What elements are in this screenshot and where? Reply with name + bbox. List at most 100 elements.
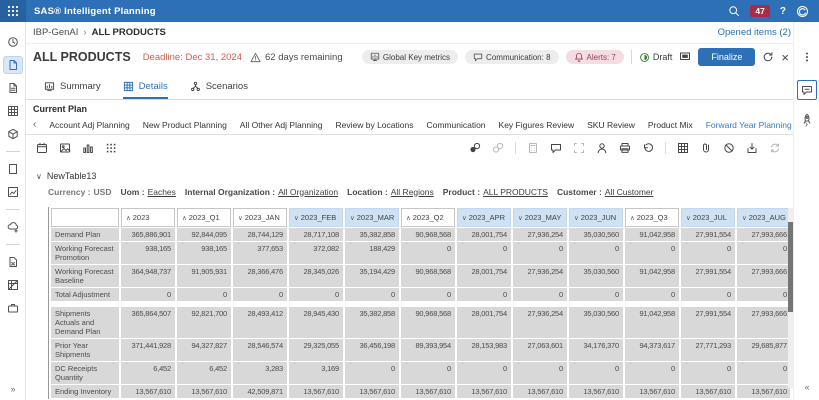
grid-cell[interactable]: 35,194,429 — [345, 265, 399, 287]
grid-cell[interactable]: 13,567,610 — [121, 385, 175, 398]
opened-items-link[interactable]: Opened items (2) — [718, 27, 791, 38]
grid-cell[interactable]: 0 — [457, 242, 511, 264]
grid-cell[interactable]: 36,456,198 — [345, 339, 399, 361]
grid-cell[interactable]: 91,042,958 — [625, 228, 679, 241]
grid-cell[interactable]: 13,567,610 — [737, 385, 790, 398]
sidebar-item-document-remove[interactable] — [4, 254, 22, 270]
subnav-item[interactable]: Forward Year Planning — [706, 120, 792, 130]
grid-cell[interactable]: 28,744,129 — [233, 228, 287, 241]
grid-cell[interactable]: 0 — [401, 288, 455, 301]
grid-cell[interactable]: 0 — [569, 288, 623, 301]
grid-cell[interactable]: 27,936,254 — [513, 265, 567, 287]
grid-cell[interactable]: 938,165 — [177, 242, 231, 264]
grid-cell[interactable]: 0 — [233, 288, 287, 301]
grid-cell[interactable]: 938,165 — [121, 242, 175, 264]
grid-cell[interactable]: 13,567,610 — [513, 385, 567, 398]
column-header-2023_MAY[interactable]: ∨2023_MAY — [513, 208, 567, 227]
grid-cell[interactable]: 91,905,931 — [177, 265, 231, 287]
grid-cell[interactable]: 35,030,560 — [569, 228, 623, 241]
grid-cell[interactable]: 0 — [569, 362, 623, 384]
grid-cell[interactable]: 29,325,055 — [289, 339, 343, 361]
grid-cell[interactable]: 27,991,554 — [681, 228, 735, 241]
grid-cell[interactable]: 92,821,700 — [177, 307, 231, 338]
sidebar-item-blank-document[interactable] — [4, 161, 22, 177]
grid-cell[interactable]: 0 — [681, 362, 735, 384]
sidebar-item-report[interactable] — [4, 80, 22, 96]
grid-cell[interactable]: 27,991,554 — [681, 265, 735, 287]
finalize-button[interactable]: Finalize — [698, 48, 755, 66]
sidebar-item-cube[interactable] — [4, 126, 22, 142]
filter-value[interactable]: Eaches — [148, 187, 176, 197]
collapse-sidebar-button[interactable]: « — [794, 382, 819, 392]
close-icon[interactable]: × — [781, 51, 789, 64]
search-icon[interactable] — [728, 5, 740, 17]
grid-cell[interactable]: 0 — [121, 288, 175, 301]
grid-cell[interactable]: 89,393,954 — [401, 339, 455, 361]
grid-cell[interactable]: 27,063,601 — [513, 339, 567, 361]
grid-cell[interactable]: 94,327,827 — [177, 339, 231, 361]
subnav-item[interactable]: Account Adj Planning — [49, 120, 129, 130]
subnav-prev-icon[interactable]: ‹ — [33, 119, 36, 130]
grid-cell[interactable]: 0 — [681, 242, 735, 264]
column-header-2023_JUN[interactable]: ∨2023_JUN — [569, 208, 623, 227]
grid-cell[interactable]: 27,936,254 — [513, 228, 567, 241]
sidebar-item-briefcase[interactable] — [4, 300, 22, 316]
grid-cell[interactable]: 27,993,666 — [737, 228, 790, 241]
refresh-icon[interactable] — [762, 51, 774, 63]
grid-cell[interactable]: 0 — [737, 242, 790, 264]
table-title-bar[interactable]: ∨ NewTable13 — [26, 161, 793, 183]
adjust-icon[interactable] — [469, 142, 481, 154]
subnav-next-icon[interactable]: › — [805, 119, 808, 130]
grid-cell[interactable]: 27,993,666 — [737, 307, 790, 338]
grid-cell[interactable]: 13,567,610 — [625, 385, 679, 398]
calculator-icon[interactable] — [527, 142, 539, 154]
column-header-2023_FEB[interactable]: ∨2023_FEB — [289, 208, 343, 227]
grid-cell[interactable]: 0 — [457, 288, 511, 301]
subnav-item[interactable]: New Product Planning — [143, 120, 227, 130]
grid-cell[interactable]: 90,968,568 — [401, 228, 455, 241]
block-icon[interactable] — [723, 142, 735, 154]
grid-cell[interactable]: 13,567,610 — [569, 385, 623, 398]
filter-value[interactable]: All Customer — [605, 187, 654, 197]
column-header-2023_MAR[interactable]: ∨2023_MAR — [345, 208, 399, 227]
breadcrumb-project[interactable]: IBP-GenAI — [33, 27, 78, 38]
help-icon[interactable]: ? — [780, 6, 786, 17]
undo-icon[interactable] — [642, 142, 654, 154]
grid-cell[interactable]: 0 — [401, 242, 455, 264]
grid-cell[interactable]: 0 — [513, 288, 567, 301]
grid-cell[interactable]: 372,082 — [289, 242, 343, 264]
user-avatar-icon[interactable] — [796, 5, 809, 18]
tab-summary[interactable]: Summary — [44, 81, 101, 99]
grid-cell[interactable]: 0 — [737, 362, 790, 384]
grid-cell[interactable]: 28,153,983 — [457, 339, 511, 361]
grid-cell[interactable]: 3,283 — [233, 362, 287, 384]
image-icon[interactable] — [59, 142, 71, 154]
grid-cell[interactable]: 13,567,610 — [681, 385, 735, 398]
subnav-item[interactable]: SKU Review — [587, 120, 635, 130]
sidebar-item-plan-document[interactable] — [4, 57, 22, 73]
grid-cell[interactable]: 94,373,617 — [625, 339, 679, 361]
grid-cell[interactable]: 28,345,026 — [289, 265, 343, 287]
grid-cell[interactable]: 0 — [569, 242, 623, 264]
subnav-item[interactable]: Communication — [426, 120, 485, 130]
comment-icon[interactable] — [550, 142, 562, 154]
grid-cell[interactable]: 13,567,610 — [345, 385, 399, 398]
subnav-item[interactable]: All Other Adj Planning — [240, 120, 323, 130]
grid-cell[interactable]: 90,968,568 — [401, 307, 455, 338]
table-icon[interactable] — [677, 142, 689, 154]
grid-cell[interactable]: 0 — [513, 362, 567, 384]
grid-cell[interactable]: 28,001,754 — [457, 265, 511, 287]
grid-cell[interactable]: 28,717,108 — [289, 228, 343, 241]
grid-cell[interactable]: 27,991,554 — [681, 307, 735, 338]
grid-cell[interactable]: 34,176,370 — [569, 339, 623, 361]
grid-cell[interactable]: 0 — [401, 362, 455, 384]
sidebar-item-chart[interactable] — [4, 184, 22, 200]
adjust-copy-icon[interactable] — [492, 142, 504, 154]
subnav-item[interactable]: Key Figures Review — [499, 120, 575, 130]
grid-cell[interactable]: 188,429 — [345, 242, 399, 264]
calendar-icon[interactable] — [36, 142, 48, 154]
sidebar-item-data-grid[interactable] — [4, 103, 22, 119]
grid-cell[interactable]: 91,042,958 — [625, 307, 679, 338]
tab-scenarios[interactable]: Scenarios — [190, 81, 248, 99]
expand-sidebar-button[interactable]: » — [0, 384, 26, 394]
